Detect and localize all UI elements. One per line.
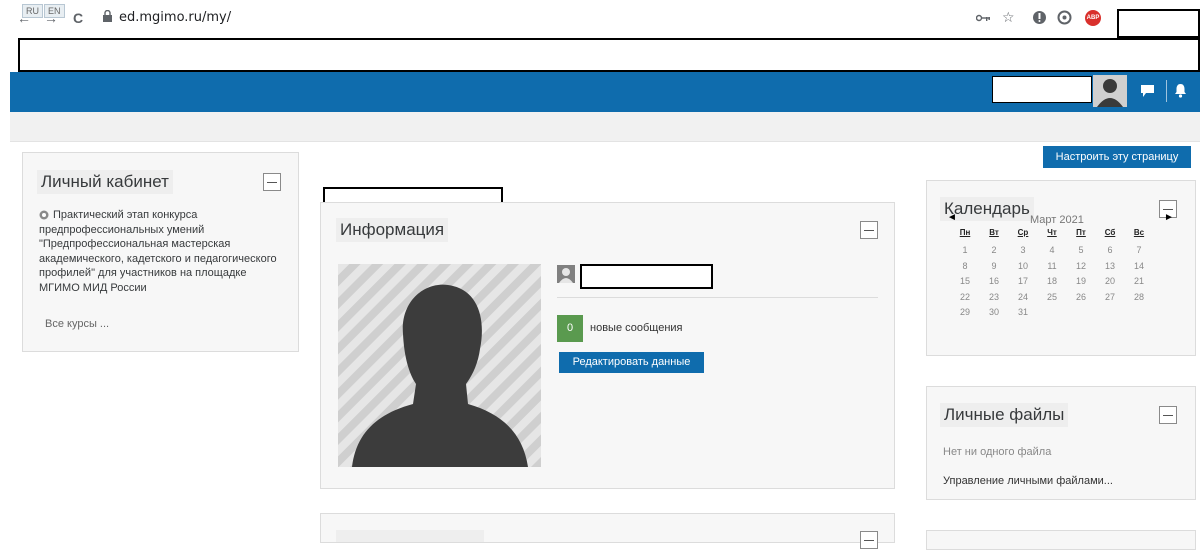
calendar-day[interactable]: 26: [1071, 292, 1091, 302]
notifications-icon[interactable]: [1174, 83, 1187, 98]
calendar-day[interactable]: 25: [1042, 292, 1062, 302]
next-month-arrow[interactable]: ►: [1164, 212, 1174, 223]
calendar-day[interactable]: 30: [984, 307, 1004, 317]
collapse-icon[interactable]: [1159, 406, 1177, 424]
calendar-day[interactable]: 18: [1042, 276, 1062, 286]
calendar-day[interactable]: 28: [1129, 292, 1149, 302]
page-header-bar: [10, 112, 1200, 142]
calendar-day[interactable]: 19: [1071, 276, 1091, 286]
calendar-day[interactable]: 7: [1129, 245, 1149, 255]
calendar-weekday: Ср: [1017, 228, 1029, 237]
next-right-block: [926, 530, 1196, 550]
calendar-day[interactable]: 11: [1042, 261, 1062, 271]
lock-icon: [103, 10, 112, 22]
adblock-icon[interactable]: ABP: [1085, 10, 1101, 26]
edit-profile-button[interactable]: Редактировать данные: [559, 352, 704, 373]
lang-ru[interactable]: RU: [22, 4, 43, 18]
calendar-day[interactable]: 13: [1100, 261, 1120, 271]
extension-icon[interactable]: [1032, 10, 1047, 25]
calendar-weekday: Пн: [959, 228, 971, 237]
calendar-day[interactable]: 10: [1013, 261, 1033, 271]
url-bar[interactable]: ed.mgimo.ru/my/: [119, 10, 231, 25]
calendar-day[interactable]: 23: [984, 292, 1004, 302]
calendar-weekday: Чт: [1047, 228, 1057, 237]
redacted-profile: [1117, 9, 1200, 38]
my-courses-title: Личный кабинет: [37, 170, 173, 194]
customize-page-button[interactable]: Настроить эту страницу: [1043, 146, 1191, 168]
info-title: Информация: [336, 218, 449, 242]
calendar-day[interactable]: 3: [1013, 245, 1033, 255]
info-divider: [557, 297, 878, 298]
calendar-day[interactable]: 2: [984, 245, 1004, 255]
calendar-day[interactable]: 9: [984, 261, 1004, 271]
next-block-title-area: [336, 530, 484, 542]
calendar-day[interactable]: 5: [1071, 245, 1091, 255]
calendar-day[interactable]: 8: [955, 261, 975, 271]
user-avatar[interactable]: [1093, 75, 1127, 107]
extension-circle-icon[interactable]: [1057, 10, 1072, 25]
profile-photo: [338, 264, 541, 467]
calendar-day[interactable]: 12: [1071, 261, 1091, 271]
calendar-day[interactable]: 4: [1042, 245, 1062, 255]
messages-icon[interactable]: [1140, 84, 1155, 98]
calendar-day[interactable]: 16: [984, 276, 1004, 286]
all-courses-link[interactable]: Все курсы ...: [45, 318, 109, 330]
navbar-divider: [1166, 80, 1167, 102]
calendar-day[interactable]: 20: [1100, 276, 1120, 286]
reload-button[interactable]: C: [73, 10, 83, 26]
personal-files-title: Личные файлы: [940, 403, 1069, 427]
collapse-icon[interactable]: [263, 173, 281, 191]
calendar-day[interactable]: 27: [1100, 292, 1120, 302]
star-icon[interactable]: ☆: [1002, 9, 1015, 26]
calendar-day[interactable]: 15: [955, 276, 975, 286]
calendar-day[interactable]: 17: [1013, 276, 1033, 286]
calendar-day[interactable]: 1: [955, 245, 975, 255]
prev-month-arrow[interactable]: ◄: [947, 212, 957, 223]
calendar-day[interactable]: 6: [1100, 245, 1120, 255]
new-messages-label: новые сообщения: [590, 322, 683, 334]
calendar-month: Март 2021: [1030, 214, 1084, 226]
collapse-icon[interactable]: [860, 221, 878, 239]
user-icon: [557, 265, 575, 283]
calendar-weekday: Вт: [989, 228, 999, 237]
calendar-day[interactable]: 31: [1013, 307, 1033, 317]
calendar-day[interactable]: 29: [955, 307, 975, 317]
calendar-day[interactable]: 24: [1013, 292, 1033, 302]
redacted-bookmarks: [18, 38, 1200, 72]
messages-count-badge[interactable]: 0: [557, 315, 583, 342]
calendar-weekday: Сб: [1104, 228, 1116, 237]
redacted-username: [992, 76, 1092, 103]
calendar-weekday: Вс: [1133, 228, 1145, 237]
redacted-fullname: [580, 264, 713, 289]
key-icon[interactable]: [976, 14, 990, 22]
manage-files-link[interactable]: Управление личными файлами...: [943, 475, 1113, 487]
lang-en[interactable]: EN: [44, 4, 65, 18]
calendar-day[interactable]: 21: [1129, 276, 1149, 286]
calendar-weekday: Пт: [1076, 228, 1086, 237]
calendar-day[interactable]: 14: [1129, 261, 1149, 271]
no-files-text: Нет ни одного файла: [943, 446, 1052, 458]
course-link[interactable]: Практический этап конкурса предпрофессио…: [39, 208, 284, 295]
collapse-icon[interactable]: [860, 531, 878, 549]
calendar-day[interactable]: 22: [955, 292, 975, 302]
